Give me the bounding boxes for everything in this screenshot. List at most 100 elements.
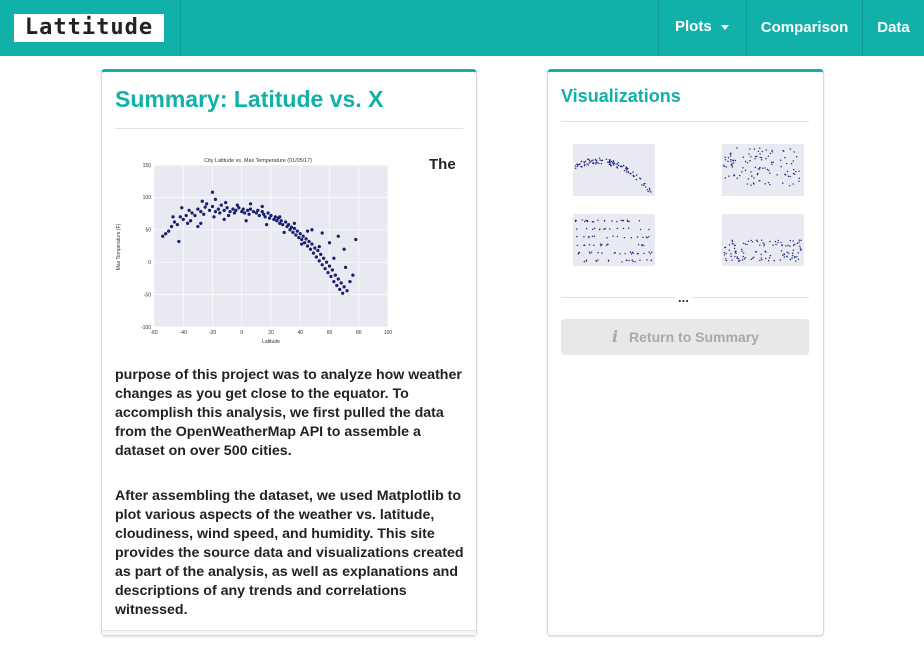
thumbnail-point: [759, 244, 761, 246]
thumbnail-point: [580, 165, 582, 168]
scatter-point: [260, 204, 264, 209]
thumbnail-point: [772, 244, 774, 246]
info-icon: i: [611, 327, 619, 346]
thumbnail-point: [736, 147, 738, 149]
scatter-point: [269, 213, 273, 218]
thumbnail-point: [767, 259, 770, 262]
thumbnail-point: [742, 255, 744, 258]
scatter-point: [294, 233, 298, 237]
scatter-point: [307, 239, 311, 244]
thumbnail-point: [632, 260, 634, 263]
thumbnail-wind-speed[interactable]: [714, 210, 806, 274]
thumbnail-humidity[interactable]: [714, 140, 806, 204]
thumbnail-point: [789, 175, 791, 178]
thumbnail-point: [763, 243, 766, 245]
thumbnail-point: [759, 180, 761, 182]
thumbnail-point: [783, 256, 786, 258]
thumbnail-point: [760, 253, 762, 256]
thumbnail-point: [641, 244, 643, 247]
thumbnail-point: [649, 253, 652, 255]
nav-comparison-link[interactable]: Comparison: [746, 0, 862, 56]
thumbnail-point: [725, 166, 727, 168]
nav-plots-dropdown[interactable]: Plots: [658, 0, 746, 56]
scatter-point: [224, 200, 228, 205]
scatter-point: [222, 208, 226, 213]
scatter-point: [292, 226, 297, 231]
thumbnail-point: [742, 252, 745, 254]
thumbnail-point: [621, 261, 623, 263]
thumbnail-point: [753, 148, 756, 150]
thumbnail-point: [760, 159, 763, 161]
scatter-point: [343, 265, 348, 270]
thumbnail-point: [611, 161, 613, 164]
thumbnail-point: [788, 252, 790, 254]
lead-word: The: [429, 156, 456, 173]
scatter-point: [263, 215, 267, 219]
scatter-point: [169, 224, 174, 229]
scatter-point: [177, 239, 181, 244]
scatter-point: [213, 197, 218, 201]
thumbnail-point: [576, 244, 578, 247]
thumbnail-point: [730, 158, 732, 161]
thumbnail-point: [776, 174, 778, 176]
thumbnail-point: [794, 255, 796, 258]
thumbnail-point: [632, 175, 635, 178]
navbar: Lattitude Plots Comparison Data: [0, 0, 924, 56]
thumbnail-point: [771, 163, 773, 166]
thumbnail-point: [734, 159, 737, 162]
thumbnail-point: [761, 156, 763, 159]
thumbnail-point: [634, 261, 636, 263]
thumbnail-point: [767, 169, 770, 172]
thumbnail-point: [792, 240, 794, 242]
thumbnail-point: [756, 155, 758, 158]
thumbnail-point: [576, 165, 579, 168]
thumbnail-point: [645, 236, 648, 238]
thumbnail-point: [649, 189, 651, 192]
scatter-point: [212, 215, 216, 219]
x-tick-label: 40: [297, 330, 303, 336]
thumbnail-point: [764, 250, 766, 253]
scatter-point: [185, 221, 190, 225]
thumbnail-point: [785, 245, 787, 247]
thumbnail-cloudiness[interactable]: [565, 210, 657, 274]
brand-logo[interactable]: Lattitude: [14, 14, 164, 42]
thumbnail-temperature[interactable]: [565, 140, 657, 204]
thumbnail-point: [741, 250, 743, 252]
scatter-point: [172, 220, 177, 224]
scatter-point: [196, 224, 200, 229]
thumbnail-point: [588, 162, 591, 164]
thumbnail-point: [638, 220, 641, 222]
thumbnail-point: [792, 160, 794, 162]
nav-data-link[interactable]: Data: [862, 0, 924, 56]
thumbnail-point: [731, 162, 733, 165]
thumbnail-point: [588, 159, 591, 162]
thumbnail-point: [577, 252, 580, 254]
return-to-summary-button[interactable]: i Return to Summary: [561, 319, 809, 355]
thumbnail-point: [746, 183, 749, 185]
thumbnail-point: [730, 164, 732, 166]
thumbnail-point: [625, 166, 628, 169]
thumbnail-point: [593, 235, 596, 237]
scatter-point: [244, 219, 248, 223]
x-tick-label: -20: [209, 330, 216, 336]
thumbnail-point: [625, 171, 628, 173]
thumbnail-point: [593, 244, 595, 247]
thumbnail-point: [744, 160, 747, 163]
scatter-point: [180, 206, 184, 210]
thumbnail-point: [757, 150, 760, 152]
scatter-point: [199, 221, 203, 225]
scatter-point: [264, 222, 269, 227]
scatter-point: [329, 274, 333, 279]
thumbnail-point: [647, 236, 650, 238]
scatter-point: [351, 273, 355, 277]
thumbnail-point: [750, 239, 752, 242]
scatter-point: [332, 256, 336, 260]
thumbnail-point: [756, 240, 759, 243]
thumbnail-point: [771, 151, 774, 153]
scatter-point: [339, 281, 343, 285]
thumbnail-point: [751, 257, 754, 259]
thumbnail-point: [736, 257, 738, 259]
thumbnail-point: [628, 259, 630, 262]
brand-container: Lattitude: [0, 0, 181, 56]
thumbnail-point: [601, 252, 603, 254]
